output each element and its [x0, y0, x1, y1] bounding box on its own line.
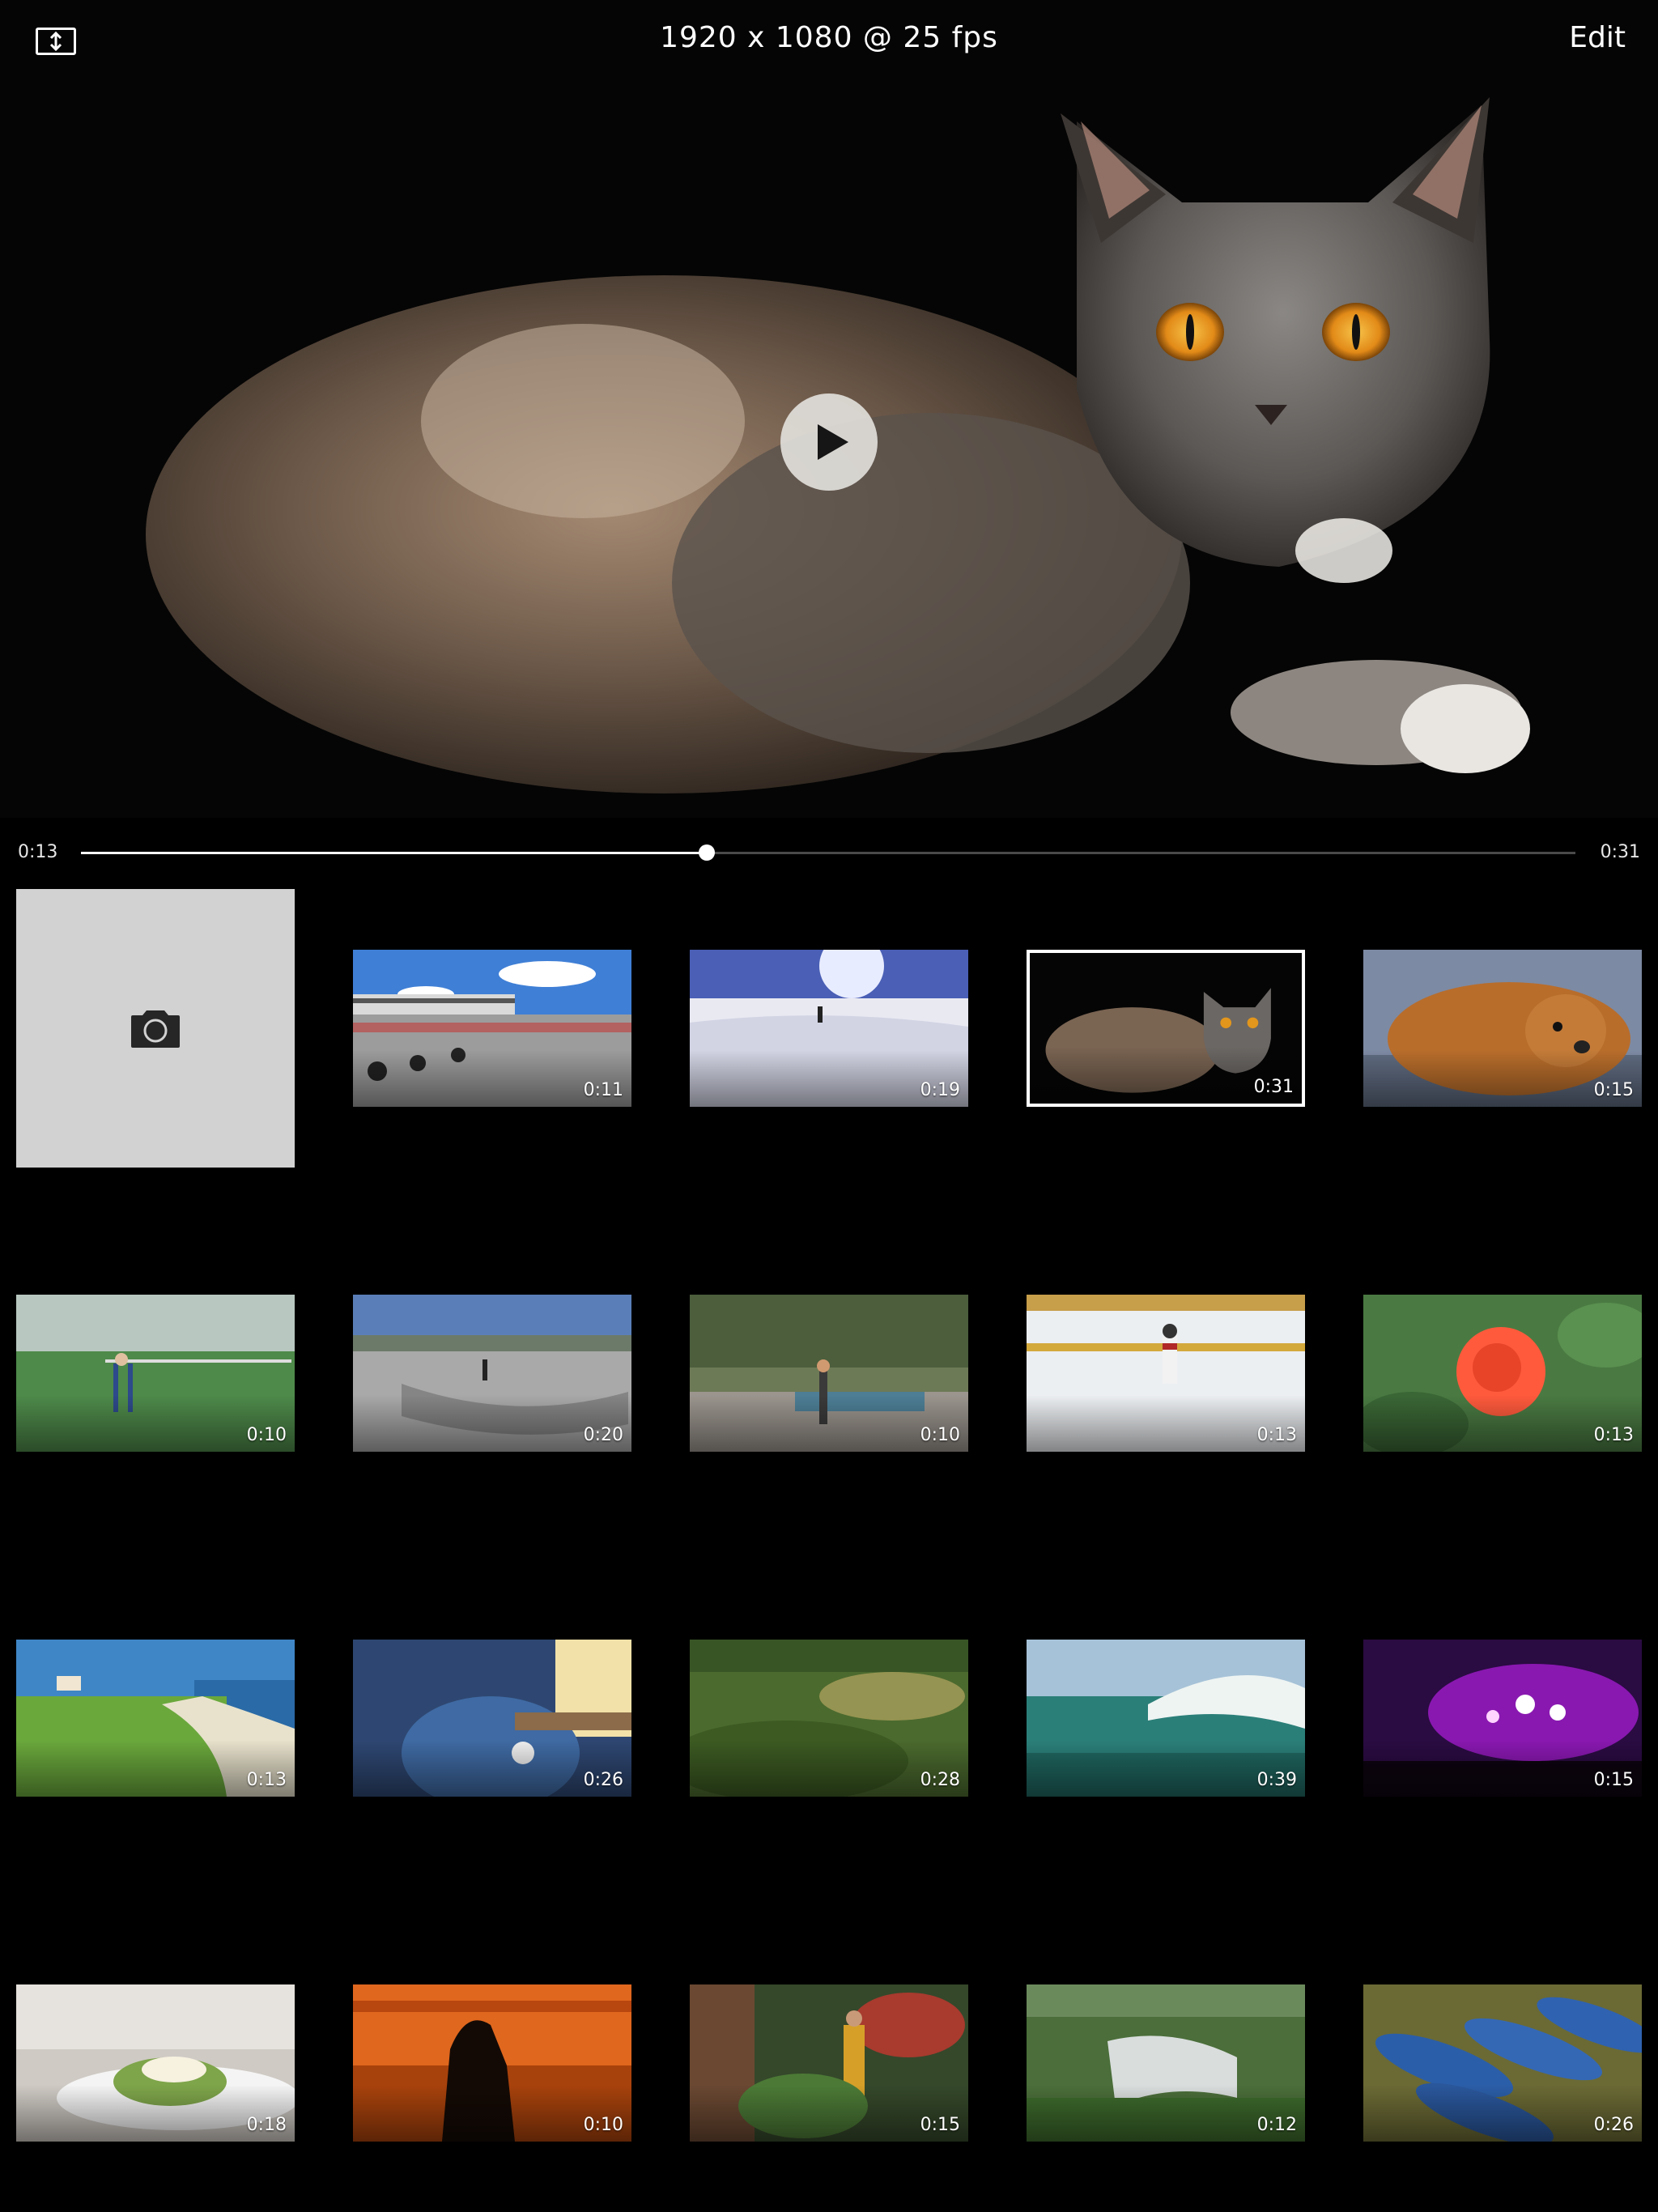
video-thumbnail-padel-tennis[interactable]: 0:10: [16, 1295, 295, 1452]
video-thumbnail-guitar[interactable]: 0:26: [353, 1640, 631, 1797]
video-cell: 0:15: [1363, 1579, 1642, 1857]
scrubber-knob[interactable]: [699, 844, 716, 861]
scrubber-progress: [81, 852, 708, 854]
video-cell: 0:12: [1027, 1924, 1305, 2202]
video-cell: 0:10: [353, 1924, 631, 2202]
video-thumbnail-ping-pong[interactable]: 0:10: [690, 1295, 968, 1452]
video-cell: 0:13: [16, 1579, 295, 1857]
video-thumbnail-golf-coast[interactable]: 0:13: [16, 1640, 295, 1797]
play-icon: [818, 424, 848, 460]
video-browser-app: 1920 x 1080 @ 25 fps Edit 0:13 0:31 0:11…: [0, 0, 1658, 2212]
camera-tile[interactable]: [16, 889, 295, 1168]
video-duration: 0:13: [1593, 1425, 1634, 1445]
video-thumbnail-ice-hockey[interactable]: 0:13: [1027, 1295, 1305, 1452]
top-bar: 1920 x 1080 @ 25 fps Edit: [0, 0, 1658, 81]
video-duration: 0:11: [583, 1080, 623, 1100]
video-duration: 0:12: [1256, 2115, 1297, 2135]
camera-cell: [16, 889, 295, 1168]
playback-scrubber: 0:13 0:31: [0, 837, 1658, 870]
scrubber-track[interactable]: [81, 844, 1575, 861]
video-duration: 0:13: [246, 1770, 287, 1790]
video-duration: 0:19: [920, 1080, 960, 1100]
video-player[interactable]: 1920 x 1080 @ 25 fps Edit: [0, 0, 1658, 818]
video-cell: 0:39: [1027, 1579, 1305, 1857]
edit-button[interactable]: Edit: [1569, 21, 1626, 54]
video-duration: 0:26: [583, 1770, 623, 1790]
camera-icon: [131, 1010, 180, 1048]
video-cell: 0:19: [690, 889, 968, 1168]
video-thumbnail-skiing[interactable]: 0:19: [690, 950, 968, 1107]
video-duration: 0:13: [1256, 1425, 1297, 1445]
video-thumbnail-sunset-silhouette[interactable]: 0:10: [353, 1984, 631, 2142]
video-thumbnail-rose[interactable]: 0:13: [1363, 1295, 1642, 1452]
video-duration: 0:26: [1593, 2115, 1634, 2135]
video-thumbnail-rowboats[interactable]: 0:26: [1363, 1984, 1642, 2142]
video-thumbnail-waterfall[interactable]: 0:12: [1027, 1984, 1305, 2142]
video-duration: 0:18: [246, 2115, 287, 2135]
video-cell: 0:28: [690, 1579, 968, 1857]
video-cell: 0:26: [353, 1579, 631, 1857]
video-thumbnail-race-track[interactable]: 0:11: [353, 950, 631, 1107]
video-thumbnail-concert[interactable]: 0:15: [1363, 1640, 1642, 1797]
video-duration: 0:28: [920, 1770, 960, 1790]
video-cell: 0:11: [353, 889, 631, 1168]
video-duration: 0:20: [583, 1425, 623, 1445]
video-grid: 0:11 0:19 0:31 0:15 0:10 0:20 0:10 0:13 …: [16, 889, 1642, 2202]
video-thumbnail-cat[interactable]: 0:31: [1027, 950, 1305, 1107]
video-duration: 0:15: [1593, 1080, 1634, 1100]
video-duration: 0:31: [1253, 1077, 1294, 1097]
video-duration: 0:10: [583, 2115, 623, 2135]
video-duration: 0:15: [1593, 1770, 1634, 1790]
video-format-title: 1920 x 1080 @ 25 fps: [660, 21, 998, 54]
video-cell: 0:15: [1363, 889, 1642, 1168]
video-thumbnail-skatepark[interactable]: 0:20: [353, 1295, 631, 1452]
video-cell: 0:18: [16, 1924, 295, 2202]
video-thumbnail-meadow[interactable]: 0:28: [690, 1640, 968, 1797]
current-time: 0:13: [18, 842, 58, 862]
video-cell: 0:13: [1363, 1234, 1642, 1512]
play-button[interactable]: [780, 393, 878, 491]
video-duration: 0:15: [920, 2115, 960, 2135]
video-cell: 0:31: [1027, 889, 1305, 1168]
video-thumbnail-garden[interactable]: 0:15: [690, 1984, 968, 2142]
video-cell: 0:13: [1027, 1234, 1305, 1512]
video-thumbnail-food[interactable]: 0:18: [16, 1984, 295, 2142]
video-cell: 0:10: [16, 1234, 295, 1512]
total-time: 0:31: [1600, 842, 1640, 862]
video-cell: 0:20: [353, 1234, 631, 1512]
video-cell: 0:26: [1363, 1924, 1642, 2202]
video-duration: 0:10: [920, 1425, 960, 1445]
video-duration: 0:39: [1256, 1770, 1297, 1790]
video-thumbnail-dog[interactable]: 0:15: [1363, 950, 1642, 1107]
video-thumbnail-wave[interactable]: 0:39: [1027, 1640, 1305, 1797]
video-cell: 0:15: [690, 1924, 968, 2202]
video-duration: 0:10: [246, 1425, 287, 1445]
video-cell: 0:10: [690, 1234, 968, 1512]
